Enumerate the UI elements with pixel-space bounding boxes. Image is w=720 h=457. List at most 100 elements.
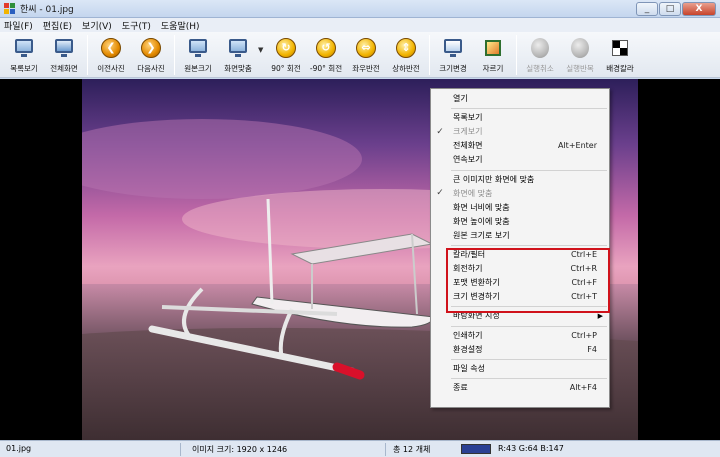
menu-separator [451,245,607,246]
menu-item-shortcut: Ctrl+P [571,330,597,340]
menu-tools[interactable]: 도구(T) [122,19,151,32]
context-menu-item[interactable]: 화면 높이에 맞춤 [431,215,609,228]
original-size-icon [186,36,210,60]
toolbar-separator [429,35,430,75]
fit-screen-button[interactable]: 화면맞춤 [218,32,258,74]
resize-button[interactable]: 크기변경 [433,32,473,74]
minimize-button[interactable]: _ [636,2,658,16]
fullscreen-label: 전체화면 [50,64,78,73]
menu-item-label: 화면 높이에 맞춤 [453,216,510,226]
original-size-button[interactable]: 원본크기 [178,32,218,74]
status-image-size: 이미지 크기: 1920 x 1246 [192,445,288,454]
app-icon [4,2,16,15]
context-menu-item[interactable]: 열기 [431,92,609,105]
toolbar-separator [516,35,517,75]
menu-separator [451,358,607,360]
menu-item-label: 인쇄하기 [453,330,483,340]
status-divider [385,443,386,456]
rotate-cw-button[interactable]: ↻ 90° 회전 [266,32,306,74]
fit-screen-icon [226,36,250,60]
menu-bar: 파일(F) 편집(E) 보기(V) 도구(T) 도움말(H) [0,18,720,32]
list-view-button[interactable]: 목록보기 [4,32,44,74]
rotate-cw-label: 90° 회전 [271,64,301,73]
menu-item-shortcut: Alt+Enter [557,141,597,151]
context-menu-item[interactable]: ✓ 크게보기 [431,125,609,138]
context-menu-item[interactable]: 원본 크기로 보기 [431,229,609,242]
rotate-ccw-icon: ↺ [314,36,338,60]
next-icon: ❯ [139,36,163,60]
context-menu-item[interactable]: 큰 이미지만 화면에 맞춤 [431,173,609,186]
list-view-icon [12,36,36,60]
context-menu-item[interactable]: ✓ 화면에 맞춤 [431,187,609,200]
list-view-label: 목록보기 [10,64,38,73]
context-menu-item[interactable]: 종료 Alt+F4 [431,381,609,394]
menu-edit[interactable]: 편집(E) [43,19,72,32]
original-size-label: 원본크기 [184,64,212,73]
window-title: 한씨 - 01.jpg [20,5,74,15]
context-menu-item[interactable]: 연속보기 [431,153,609,166]
highlight-box [446,248,610,313]
flip-vertical-icon: ⇕ [394,36,418,60]
menu-item-label: 열기 [453,94,468,103]
context-menu-item[interactable]: 파일 속성 [431,362,609,375]
status-filename: 01.jpg [6,444,32,453]
menu-help[interactable]: 도움말(H) [161,19,200,32]
fullscreen-button[interactable]: 전체화면 [44,32,84,74]
prev-icon: ❮ [99,36,123,60]
prev-photo-button[interactable]: ❮ 이전사진 [91,32,131,74]
menu-item-shortcut: Alt+F4 [569,382,597,392]
check-icon: ✓ [436,188,444,199]
undo-button[interactable]: 실행취소 [520,32,560,74]
undo-label: 실행취소 [526,64,554,73]
context-menu-item[interactable]: 인쇄하기 Ctrl+P [431,329,609,342]
toolbar-separator [174,35,175,75]
status-color-swatch [461,444,491,454]
menu-item-label: 화면 너비에 맞춤 [453,202,510,212]
flip-vertical-label: 상하반전 [392,64,420,73]
context-menu-item[interactable]: 전체화면 Alt+Enter [431,139,609,152]
menu-separator [451,377,607,379]
background-color-button[interactable]: 배경칼라 [600,32,640,74]
menu-separator [451,108,607,110]
rotate-ccw-button[interactable]: ↺ -90° 회전 [306,32,346,74]
resize-icon [441,36,465,60]
flip-horizontal-label: 좌우반전 [352,64,380,73]
menu-separator [451,325,607,327]
menu-item-label: 연속보기 [453,155,483,165]
submenu-arrow-icon: ▶ [597,311,603,320]
crop-icon [481,36,505,60]
menu-item-label: 크게보기 [453,127,483,137]
flip-horizontal-button[interactable]: ⇔ 좌우반전 [346,32,386,74]
menu-item-label: 목록보기 [453,113,483,123]
close-button[interactable]: X [682,2,716,16]
menu-item-label: 종료 [453,382,468,392]
context-menu-item[interactable]: 환경설정 F4 [431,343,609,356]
status-rgb: R:43 G:64 B:147 [498,444,564,453]
crop-button[interactable]: 자르기 [473,32,513,74]
image-viewer[interactable] [0,79,720,440]
title-bar: 한씨 - 01.jpg _ □ X [0,0,720,18]
background-color-label: 배경칼라 [606,64,634,73]
menu-view[interactable]: 보기(V) [82,19,112,32]
menu-item-label: 화면에 맞춤 [453,188,493,198]
next-photo-label: 다음사진 [137,64,165,73]
toolbar-separator [87,35,88,75]
fit-screen-label: 화면맞춤 [224,64,252,73]
flip-vertical-button[interactable]: ⇕ 상하반전 [386,32,426,74]
status-divider [180,443,181,456]
next-photo-button[interactable]: ❯ 다음사진 [131,32,171,74]
menu-item-label: 환경설정 [453,344,483,354]
crop-label: 자르기 [482,64,504,73]
menu-item-shortcut: F4 [587,344,597,354]
redo-button[interactable]: 실행반복 [560,32,600,74]
fit-screen-dropdown-icon[interactable]: ▼ [258,46,266,54]
context-menu-item[interactable]: 목록보기 [431,111,609,124]
context-menu-item[interactable]: 화면 너비에 맞춤 [431,201,609,214]
toolbar: 목록보기 전체화면 ❮ 이전사진 ❯ 다음사진 원본크기 화면맞춤 ▼ ↻ 90… [0,32,720,78]
menu-separator [451,169,607,171]
redo-label: 실행반복 [566,64,594,73]
menu-item-label: 전체화면 [453,141,483,151]
undo-icon [528,36,552,60]
maximize-button[interactable]: □ [659,2,681,16]
menu-file[interactable]: 파일(F) [4,19,33,32]
